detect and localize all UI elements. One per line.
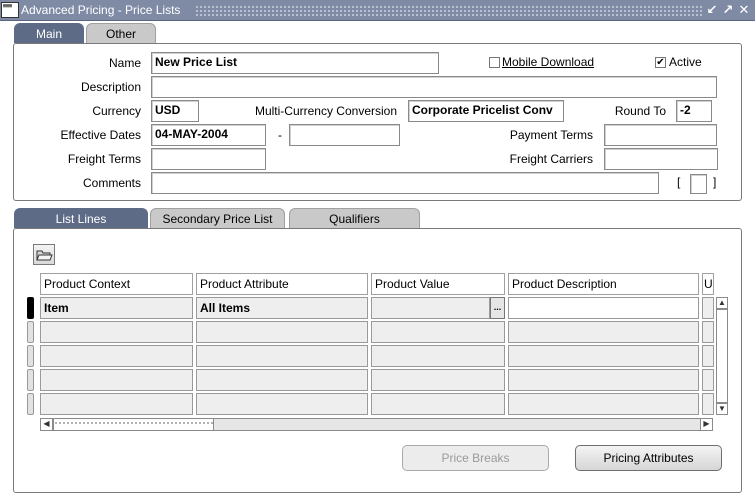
freight-terms-label: Freight Terms [67,152,141,166]
column-header-product-description: Product Description [508,273,699,295]
effective-date-to-field[interactable] [289,124,400,146]
close-icon[interactable]: ✕ [736,2,752,18]
date-separator: - [278,128,282,142]
description-field[interactable] [151,76,717,98]
name-label: Name [108,56,141,70]
mobile-download-checkbox[interactable] [489,57,500,68]
round-to-field[interactable]: -2 [676,100,712,122]
product-context-cell[interactable]: Item [40,297,193,319]
payment-terms-label: Payment Terms [509,128,593,142]
product-value-cell[interactable] [371,321,505,343]
round-to-label: Round To [614,104,666,118]
product-value-cell[interactable] [371,345,505,367]
effective-dates-label: Effective Dates [60,128,141,142]
multi-currency-label: Multi-Currency Conversion [254,104,397,118]
row-indicator[interactable] [27,369,34,391]
product-description-cell[interactable] [508,297,699,319]
payment-terms-field[interactable] [604,124,717,146]
currency-label: Currency [92,104,141,118]
product-context-cell[interactable] [40,321,193,343]
mobile-download-label: Mobile Download [502,55,595,69]
product-description-cell[interactable] [508,393,699,415]
minimize-icon[interactable]: ↙ [704,2,720,18]
product-context-cell[interactable] [40,345,193,367]
description-label: Description [80,80,141,94]
vertical-scroll-thumb[interactable] [716,309,728,403]
column-header-product-attribute: Product Attribute [196,273,368,295]
scroll-up-arrow-icon[interactable]: ▲ [716,297,728,309]
freight-carriers-label: Freight Carriers [509,152,593,166]
freight-carriers-field[interactable] [604,148,718,170]
product-description-cell[interactable] [508,345,699,367]
tab-main[interactable]: Main [14,23,84,43]
folder-button[interactable] [33,244,55,265]
product-context-cell[interactable] [40,369,193,391]
currency-field[interactable]: USD [151,100,199,122]
row-indicator-current[interactable] [27,297,34,319]
column-header-uom: U [702,273,714,295]
uom-cell[interactable] [702,297,714,319]
product-value-cell[interactable] [371,369,505,391]
price-breaks-button[interactable]: Price Breaks [402,445,549,471]
horizontal-scroll-thumb[interactable] [53,418,214,431]
checkmark-icon: ✔ [656,57,665,68]
oracle-forms-icon: ▦▦▦ [1,2,19,18]
row-indicator[interactable] [27,345,34,367]
freight-terms-field[interactable] [151,148,266,170]
comments-field[interactable] [151,172,659,194]
uom-cell[interactable] [702,321,714,343]
pricing-attributes-button[interactable]: Pricing Attributes [575,445,722,471]
dff-bracket-open: [ [677,175,681,189]
scroll-left-arrow-icon[interactable]: ◀ [40,418,53,431]
product-description-cell[interactable] [508,369,699,391]
tab-secondary-price-list[interactable]: Secondary Price List [150,208,285,228]
product-attribute-cell[interactable] [196,345,368,367]
active-checkbox[interactable]: ✔ [655,57,666,68]
product-attribute-cell[interactable] [196,369,368,391]
maximize-icon[interactable]: ↗ [720,2,736,18]
column-header-product-context: Product Context [40,273,193,295]
dff-bracket-close: ] [713,175,717,189]
product-value-cell[interactable] [371,297,490,319]
uom-cell[interactable] [702,369,714,391]
multi-currency-field[interactable]: Corporate Pricelist Conv [408,100,564,122]
comments-label: Comments [82,176,141,190]
uom-cell[interactable] [702,345,714,367]
row-indicator[interactable] [27,393,34,415]
active-label: Active [669,55,702,69]
title-bar-texture [195,5,703,16]
tab-list-lines[interactable]: List Lines [14,208,148,228]
tab-qualifiers[interactable]: Qualifiers [289,208,420,228]
folder-icon [36,250,53,261]
scroll-down-arrow-icon[interactable]: ▼ [716,403,728,415]
product-attribute-cell[interactable] [196,393,368,415]
tab-other[interactable]: Other [86,23,156,43]
product-context-cell[interactable] [40,393,193,415]
lov-button[interactable]: ... [490,297,505,319]
name-field[interactable]: New Price List [151,52,439,74]
product-attribute-cell[interactable] [196,321,368,343]
product-attribute-cell[interactable]: All Items [196,297,368,319]
descriptive-flexfield[interactable] [690,174,707,194]
product-description-cell[interactable] [508,321,699,343]
scroll-right-arrow-icon[interactable]: ▶ [700,418,713,431]
column-header-product-value: Product Value [371,273,505,295]
window-title: Advanced Pricing - Price Lists [21,3,181,17]
product-value-cell[interactable] [371,393,505,415]
uom-cell[interactable] [702,393,714,415]
row-indicator[interactable] [27,321,34,343]
effective-date-from-field[interactable]: 04-MAY-2004 [151,124,266,146]
